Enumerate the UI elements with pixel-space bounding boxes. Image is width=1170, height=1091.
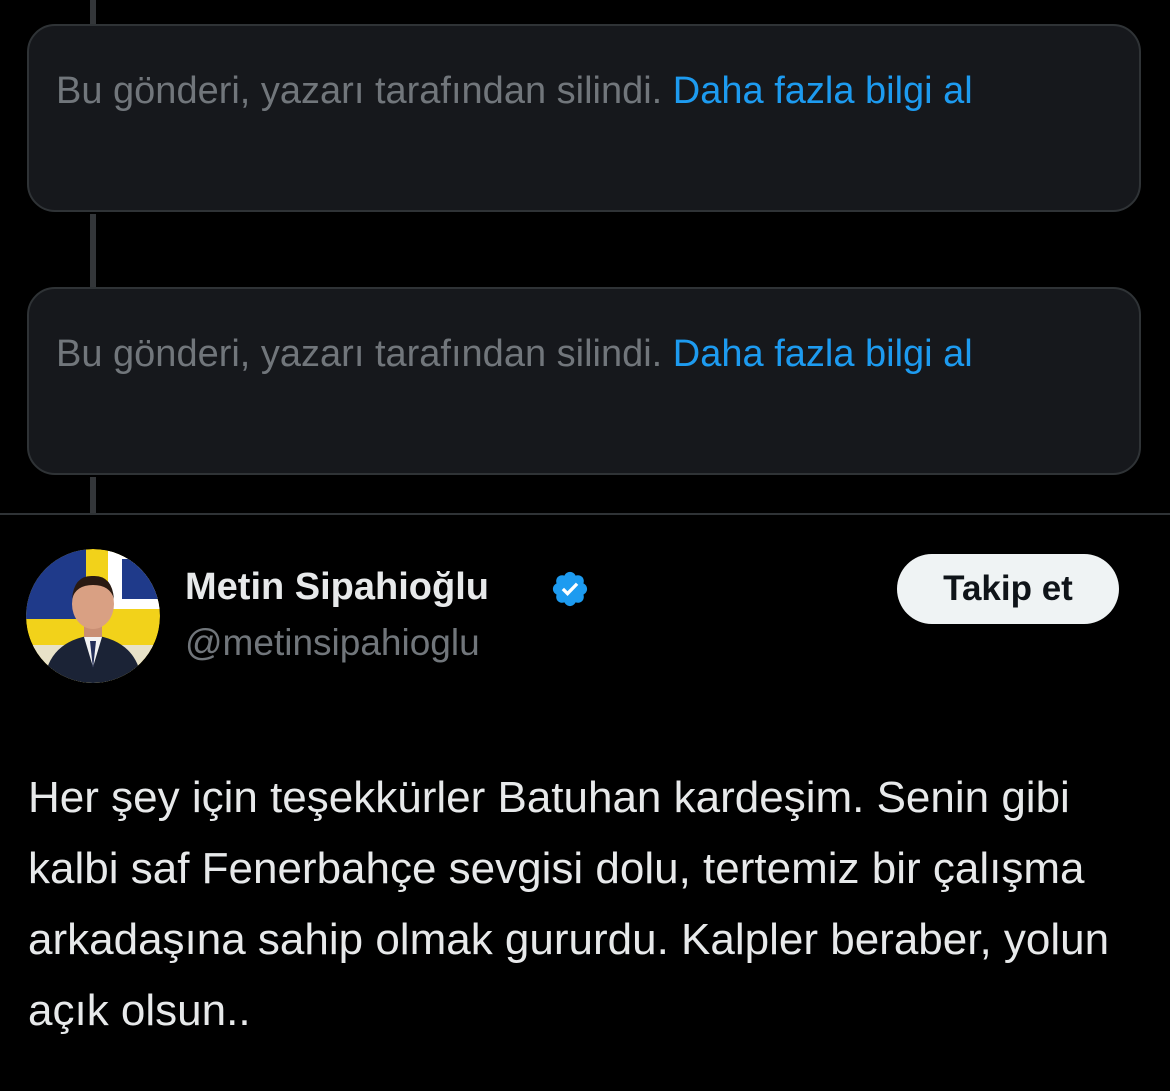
thread-connector-line: [90, 477, 96, 513]
post-text: Her şey için teşekkürler Batuhan kardeşi…: [28, 773, 1110, 1035]
deleted-post-text: Bu gönderi, yazarı tarafından silindi.: [56, 70, 673, 112]
author-name[interactable]: Metin Sipahioğlu: [185, 566, 489, 609]
deleted-post-card: Bu gönderi, yazarı tarafından silindi. D…: [27, 287, 1141, 475]
learn-more-link[interactable]: Daha fazla bilgi al: [673, 70, 973, 112]
deleted-post-text: Bu gönderi, yazarı tarafından silindi.: [56, 333, 673, 375]
follow-button[interactable]: Takip et: [897, 554, 1119, 624]
thread-connector-line: [90, 214, 96, 288]
deleted-post-message: Bu gönderi, yazarı tarafından silindi. D…: [56, 327, 1079, 381]
learn-more-link[interactable]: Daha fazla bilgi al: [673, 333, 973, 375]
avatar[interactable]: [26, 549, 160, 683]
avatar-photo: [26, 549, 160, 683]
verified-badge-icon: [552, 571, 588, 607]
deleted-post-message: Bu gönderi, yazarı tarafından silindi. D…: [56, 64, 1079, 118]
post-divider: [0, 513, 1170, 515]
thread-connector-line: [90, 0, 96, 24]
author-handle[interactable]: @metinsipahioglu: [185, 622, 480, 664]
deleted-post-card: Bu gönderi, yazarı tarafından silindi. D…: [27, 24, 1141, 212]
